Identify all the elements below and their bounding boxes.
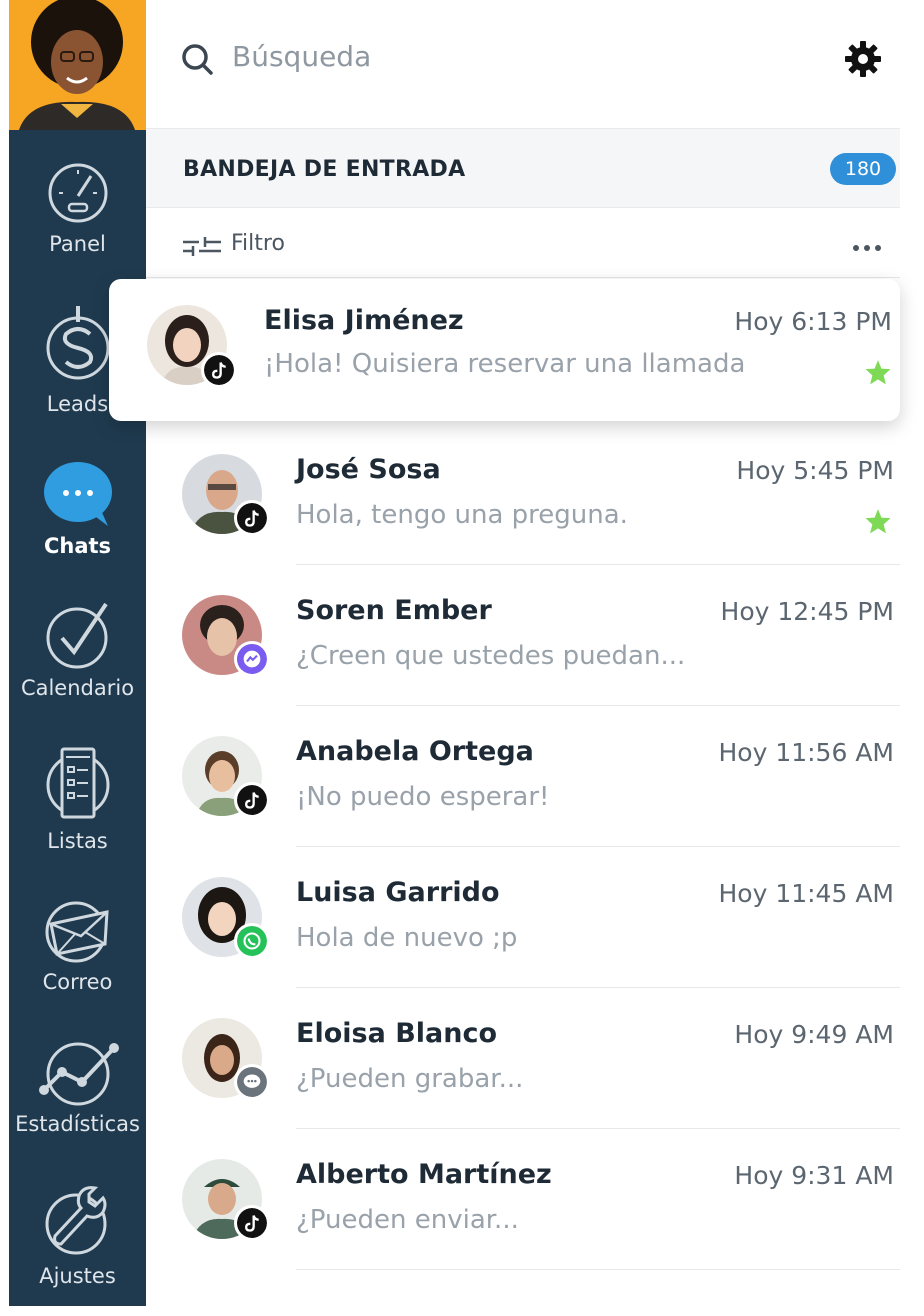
wrench-icon [45, 1186, 106, 1255]
contact-name: Elisa Jiménez [264, 305, 464, 336]
check-circle-icon [46, 602, 108, 669]
messenger-icon [234, 641, 270, 677]
tiktok-icon [234, 1205, 270, 1241]
top-bar: Búsqueda [146, 0, 924, 128]
sliders-icon[interactable] [183, 236, 221, 256]
contact-name: Anabela Ortega [296, 736, 534, 767]
divider [296, 1269, 900, 1270]
filter-row: Filtro [146, 208, 900, 278]
dollar-icon [46, 306, 109, 380]
sidebar: Panel Leads Chats Calendario Listas Corr… [9, 0, 146, 1306]
message-preview: ¿Pueden enviar... [296, 1205, 519, 1235]
chat-item[interactable]: Alberto Martínez Hoy 9:31 AM ¿Pueden env… [146, 1129, 900, 1270]
sms-bubble-icon [234, 1064, 270, 1100]
star-icon[interactable] [864, 359, 892, 385]
search-icon[interactable] [180, 42, 216, 78]
envelope-icon [45, 901, 109, 963]
contact-name: José Sosa [296, 454, 441, 485]
message-time: Hoy 6:13 PM [734, 307, 892, 336]
search-input[interactable]: Búsqueda [232, 40, 371, 73]
sidebar-item-ajustes[interactable]: Ajustes [9, 1182, 146, 1288]
chat-item[interactable]: Luisa Garrido Hoy 11:45 AM Hola de nuevo… [146, 847, 900, 988]
user-avatar[interactable] [9, 0, 146, 130]
sidebar-item-estadisticas[interactable]: Estadísticas [9, 1038, 146, 1136]
chat-item[interactable]: Soren Ember Hoy 12:45 PM ¿Creen que uste… [146, 565, 900, 706]
contact-name: Alberto Martínez [296, 1159, 552, 1190]
message-time: Hoy 5:45 PM [736, 456, 894, 485]
inbox-header: BANDEJA DE ENTRADA 180 [146, 128, 900, 208]
tiktok-icon [234, 500, 270, 536]
chat-item[interactable]: Eloisa Blanco Hoy 9:49 AM ¿Pueden grabar… [146, 988, 900, 1129]
sidebar-item-chats[interactable]: Chats [9, 460, 146, 558]
sidebar-item-calendario[interactable]: Calendario [9, 600, 146, 700]
message-time: Hoy 11:56 AM [718, 738, 894, 767]
sidebar-item-correo[interactable]: Correo [9, 898, 146, 994]
inbox-title: BANDEJA DE ENTRADA [183, 157, 466, 182]
message-preview: ¡No puedo esperar! [296, 782, 550, 812]
message-preview: ¿Pueden grabar... [296, 1064, 524, 1094]
message-time: Hoy 12:45 PM [720, 597, 894, 626]
sidebar-item-label: Panel [49, 232, 106, 256]
message-preview: ¡Hola! Quisiera reservar una llamada [264, 349, 746, 379]
contact-name: Soren Ember [296, 595, 492, 626]
sidebar-item-label: Listas [47, 829, 108, 853]
chat-item-selected[interactable]: Elisa Jiménez Hoy 6:13 PM ¡Hola! Quisier… [109, 279, 900, 421]
tiktok-icon [234, 782, 270, 818]
chat-bubble-icon [43, 462, 112, 526]
sidebar-item-label: Ajustes [39, 1264, 116, 1288]
message-time: Hoy 9:49 AM [734, 1020, 894, 1049]
message-preview: Hola de nuevo ;p [296, 923, 518, 953]
chat-item[interactable]: Anabela Ortega Hoy 11:56 AM ¡No puedo es… [146, 706, 900, 847]
sidebar-item-label: Correo [42, 970, 113, 994]
sidebar-item-label: Chats [43, 534, 112, 558]
whatsapp-icon [234, 923, 270, 959]
gear-icon[interactable] [844, 40, 882, 78]
message-preview: Hola, tengo una preguna. [296, 500, 628, 530]
message-time: Hoy 9:31 AM [734, 1161, 894, 1190]
chat-item[interactable]: José Sosa Hoy 5:45 PM Hola, tengo una pr… [146, 424, 900, 565]
tiktok-icon [201, 352, 237, 388]
sidebar-item-panel[interactable]: Panel [9, 160, 146, 256]
inbox-count-badge: 180 [830, 153, 896, 185]
contact-name: Luisa Garrido [296, 877, 500, 908]
contact-name: Eloisa Blanco [296, 1018, 498, 1049]
line-chart-icon [38, 1042, 119, 1106]
message-time: Hoy 11:45 AM [718, 879, 894, 908]
star-icon[interactable] [864, 508, 892, 534]
sidebar-item-listas[interactable]: Listas [9, 745, 146, 853]
list-icon [46, 747, 109, 819]
sidebar-item-label: Estadísticas [15, 1112, 140, 1136]
sidebar-item-label: Calendario [20, 676, 135, 700]
speedometer-icon [48, 163, 107, 223]
message-preview: ¿Creen que ustedes puedan... [296, 641, 686, 671]
filter-button[interactable]: Filtro [231, 231, 285, 256]
more-options-icon[interactable] [852, 244, 882, 252]
